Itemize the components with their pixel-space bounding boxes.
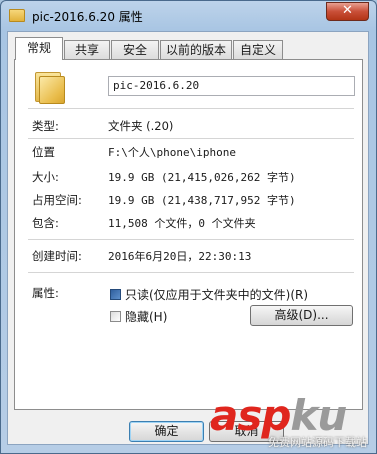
advanced-button[interactable]: 高级(D)... <box>250 305 353 326</box>
folder-icon <box>9 9 25 22</box>
hidden-checkbox[interactable] <box>110 311 121 322</box>
tab-sharing[interactable]: 共享 <box>64 40 110 59</box>
window-title: pic-2016.6.20 属性 <box>32 10 143 24</box>
contains-value: 11,508 个文件，0 个文件夹 <box>108 217 256 230</box>
cancel-button[interactable]: 取消 <box>209 421 284 442</box>
type-label: 类型: <box>32 119 59 133</box>
size-on-disk-label: 占用空间: <box>32 193 82 207</box>
title-bar[interactable]: pic-2016.6.20 属性 ✕ <box>1 1 376 31</box>
dialog-body: 常规 共享 安全 以前的版本 自定义 pic-2016.6.20 类型: 文件夹… <box>7 31 369 445</box>
type-value: 文件夹 (.20) <box>108 119 174 133</box>
properties-window: pic-2016.6.20 属性 ✕ 常规 共享 安全 以前的版本 自定义 pi… <box>0 0 377 454</box>
divider <box>28 138 354 139</box>
location-value: F:\个人\phone\iphone <box>108 146 236 159</box>
divider <box>28 108 354 109</box>
location-label: 位置 <box>32 145 55 159</box>
tab-security[interactable]: 安全 <box>111 40 159 59</box>
folder-icon <box>35 72 65 104</box>
created-label: 创建时间: <box>32 249 82 263</box>
divider <box>28 272 354 273</box>
readonly-checkbox[interactable] <box>110 289 121 300</box>
readonly-label[interactable]: 只读(仅应用于文件夹中的文件)(R) <box>125 286 308 303</box>
size-value: 19.9 GB (21,415,026,262 字节) <box>108 171 296 184</box>
tab-previous-versions[interactable]: 以前的版本 <box>160 40 232 59</box>
general-panel: pic-2016.6.20 类型: 文件夹 (.20) 位置 F:\个人\pho… <box>14 59 363 410</box>
tab-customize[interactable]: 自定义 <box>233 40 283 59</box>
hidden-label[interactable]: 隐藏(H) <box>125 308 167 325</box>
divider <box>28 239 354 240</box>
size-on-disk-value: 19.9 GB (21,438,717,952 字节) <box>108 194 296 207</box>
folder-name-input[interactable]: pic-2016.6.20 <box>108 76 355 96</box>
created-value: 2016年6月20日，22:30:13 <box>108 250 252 263</box>
tab-general[interactable]: 常规 <box>15 37 63 60</box>
ok-button[interactable]: 确定 <box>129 421 204 442</box>
close-button[interactable]: ✕ <box>326 2 369 21</box>
attributes-label: 属性: <box>32 286 59 300</box>
contains-label: 包含: <box>32 216 59 230</box>
size-label: 大小: <box>32 170 59 184</box>
